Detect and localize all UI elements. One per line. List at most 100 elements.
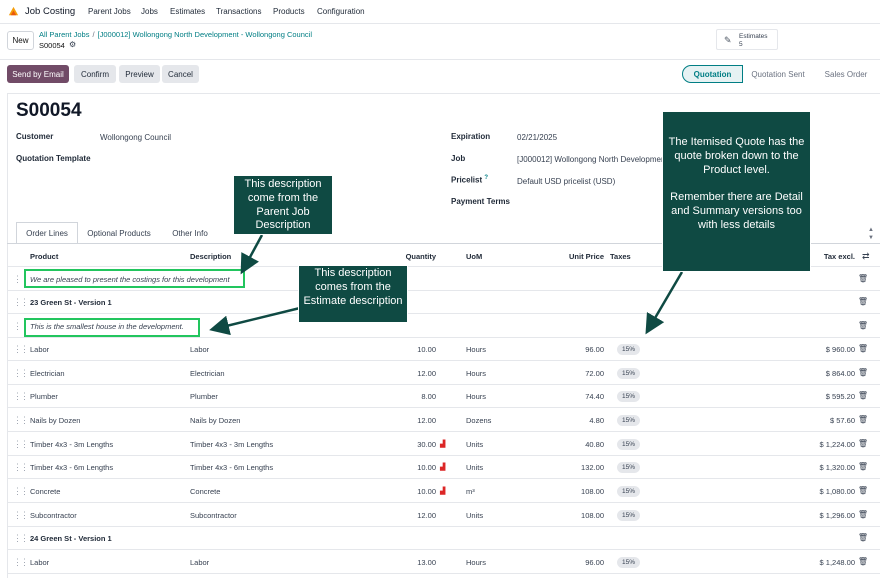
- forecast-chart-icon[interactable]: ▟: [440, 487, 445, 495]
- col-unit-price[interactable]: Unit Price: [555, 252, 604, 261]
- table-row[interactable]: ⋮⋮ Subcontractor Subcontractor 12.00 Uni…: [7, 504, 880, 527]
- description-cell[interactable]: Subcontractor: [190, 511, 237, 520]
- quantity-cell[interactable]: 12.00: [387, 416, 436, 425]
- col-uom[interactable]: UoM: [466, 252, 482, 261]
- forecast-chart-icon[interactable]: ▟: [440, 463, 445, 471]
- trash-icon[interactable]: 🗑: [858, 321, 868, 330]
- table-row-section[interactable]: ⋮⋮ 24 Green St - Version 1 🗑: [7, 527, 880, 550]
- send-by-email-button[interactable]: Send by Email: [7, 65, 69, 83]
- col-taxes[interactable]: Taxes: [610, 252, 631, 261]
- tax-badge[interactable]: 15%: [617, 462, 641, 473]
- drag-handle-icon[interactable]: ⋮⋮: [13, 344, 29, 355]
- quantity-cell[interactable]: 13.00: [387, 558, 436, 567]
- table-row[interactable]: ⋮⋮ Labor Labor 10.00 Hours 96.00 15% $ 9…: [7, 338, 880, 361]
- unit-price-cell[interactable]: 74.40: [555, 392, 604, 401]
- quantity-cell[interactable]: 10.00: [387, 345, 436, 354]
- description-cell[interactable]: Electrician: [190, 369, 225, 378]
- app-title[interactable]: Job Costing: [25, 6, 75, 17]
- cancel-button[interactable]: Cancel: [162, 65, 199, 83]
- col-quantity[interactable]: Quantity: [387, 252, 436, 261]
- table-row[interactable]: ⋮⋮ Electrician Electrician 12.00 Hours 7…: [7, 362, 880, 385]
- optional-columns-icon[interactable]: ⇄: [862, 251, 870, 262]
- trash-icon[interactable]: 🗑: [858, 439, 868, 448]
- quantity-cell[interactable]: 12.00: [387, 511, 436, 520]
- pricelist-field[interactable]: Default USD pricelist (USD): [517, 177, 615, 186]
- product-cell[interactable]: Labor: [30, 345, 49, 354]
- table-row[interactable]: ⋮⋮ Concrete Concrete 10.00 ▟ m³ 108.00 1…: [7, 480, 880, 503]
- uom-cell[interactable]: Dozens: [466, 416, 491, 425]
- trash-icon[interactable]: 🗑: [858, 533, 868, 542]
- job-costing-app-icon[interactable]: [7, 5, 20, 18]
- uom-cell[interactable]: Hours: [466, 369, 486, 378]
- trash-icon[interactable]: 🗑: [858, 297, 868, 306]
- customer-field[interactable]: Wollongong Council: [100, 133, 171, 142]
- breadcrumb-parent-jobs[interactable]: All Parent Jobs: [39, 30, 89, 39]
- quantity-cell[interactable]: 30.00: [387, 440, 436, 449]
- status-quotation[interactable]: Quotation: [682, 65, 743, 83]
- confirm-button[interactable]: Confirm: [74, 65, 116, 83]
- drag-handle-icon[interactable]: ⋮⋮: [13, 439, 29, 450]
- tab-other-info[interactable]: Other Info: [162, 222, 218, 244]
- drag-handle-icon[interactable]: ⋮⋮: [13, 368, 29, 379]
- product-cell[interactable]: Electrician: [30, 369, 65, 378]
- description-cell[interactable]: Labor: [190, 345, 209, 354]
- tax-badge[interactable]: 15%: [617, 557, 641, 568]
- uom-cell[interactable]: Units: [466, 463, 483, 472]
- menu-transactions[interactable]: Transactions: [216, 7, 262, 16]
- drag-handle-icon[interactable]: ⋮⋮: [13, 533, 29, 544]
- uom-cell[interactable]: Hours: [466, 558, 486, 567]
- menu-parent-jobs[interactable]: Parent Jobs: [88, 7, 131, 16]
- trash-icon[interactable]: 🗑: [858, 274, 868, 283]
- tab-optional-products[interactable]: Optional Products: [80, 222, 158, 244]
- drag-handle-icon[interactable]: ⋮⋮: [13, 557, 29, 568]
- status-quotation-sent[interactable]: Quotation Sent: [745, 65, 811, 83]
- product-cell[interactable]: Labor: [30, 558, 49, 567]
- gear-icon[interactable]: ⚙: [69, 40, 76, 49]
- forecast-chart-icon[interactable]: ▟: [440, 440, 445, 448]
- trash-icon[interactable]: 🗑: [858, 557, 868, 566]
- drag-handle-icon[interactable]: ⋮⋮: [13, 391, 29, 402]
- estimates-smart-button[interactable]: ✎ Estimates 5: [716, 29, 778, 50]
- uom-cell[interactable]: Hours: [466, 345, 486, 354]
- drag-handle-icon[interactable]: ⋮⋮: [13, 297, 29, 308]
- status-sales-order[interactable]: Sales Order: [818, 65, 874, 83]
- unit-price-cell[interactable]: 96.00: [555, 558, 604, 567]
- col-product[interactable]: Product: [30, 252, 58, 261]
- drag-handle-icon[interactable]: ⋮⋮: [13, 462, 29, 473]
- table-row-section[interactable]: ⋮⋮ 23 Green St - Version 1 🗑: [7, 291, 880, 314]
- product-cell[interactable]: Subcontractor: [30, 511, 77, 520]
- scroll-up-icon[interactable]: ▲: [868, 227, 874, 233]
- drag-handle-icon[interactable]: ⋮⋮: [13, 415, 29, 426]
- unit-price-cell[interactable]: 96.00: [555, 345, 604, 354]
- product-cell[interactable]: Plumber: [30, 392, 58, 401]
- menu-configuration[interactable]: Configuration: [317, 7, 365, 16]
- scroll-down-icon[interactable]: ▼: [868, 235, 874, 241]
- tab-order-lines[interactable]: Order Lines: [16, 222, 78, 244]
- product-cell[interactable]: Timber 4x3 - 6m Lengths: [30, 463, 113, 472]
- unit-price-cell[interactable]: 132.00: [555, 463, 604, 472]
- description-cell[interactable]: Concrete: [190, 487, 220, 496]
- trash-icon[interactable]: 🗑: [858, 415, 868, 424]
- trash-icon[interactable]: 🗑: [858, 486, 868, 495]
- tax-badge[interactable]: 15%: [617, 439, 641, 450]
- unit-price-cell[interactable]: 40.80: [555, 440, 604, 449]
- uom-cell[interactable]: Units: [466, 440, 483, 449]
- quantity-cell[interactable]: 12.00: [387, 369, 436, 378]
- preview-button[interactable]: Preview: [119, 65, 160, 83]
- trash-icon[interactable]: 🗑: [858, 462, 868, 471]
- trash-icon[interactable]: 🗑: [858, 510, 868, 519]
- unit-price-cell[interactable]: 72.00: [555, 369, 604, 378]
- product-cell[interactable]: Concrete: [30, 487, 60, 496]
- quantity-cell[interactable]: 10.00: [387, 463, 436, 472]
- unit-price-cell[interactable]: 108.00: [555, 511, 604, 520]
- tax-badge[interactable]: 15%: [617, 510, 641, 521]
- uom-cell[interactable]: Units: [466, 511, 483, 520]
- description-cell[interactable]: Labor: [190, 558, 209, 567]
- description-cell[interactable]: Plumber: [190, 392, 218, 401]
- description-cell[interactable]: Timber 4x3 - 6m Lengths: [190, 463, 273, 472]
- menu-estimates[interactable]: Estimates: [170, 7, 205, 16]
- section-text[interactable]: 23 Green St - Version 1: [30, 298, 112, 307]
- trash-icon[interactable]: 🗑: [858, 391, 868, 400]
- help-icon[interactable]: ?: [484, 175, 488, 181]
- description-cell[interactable]: Timber 4x3 - 3m Lengths: [190, 440, 273, 449]
